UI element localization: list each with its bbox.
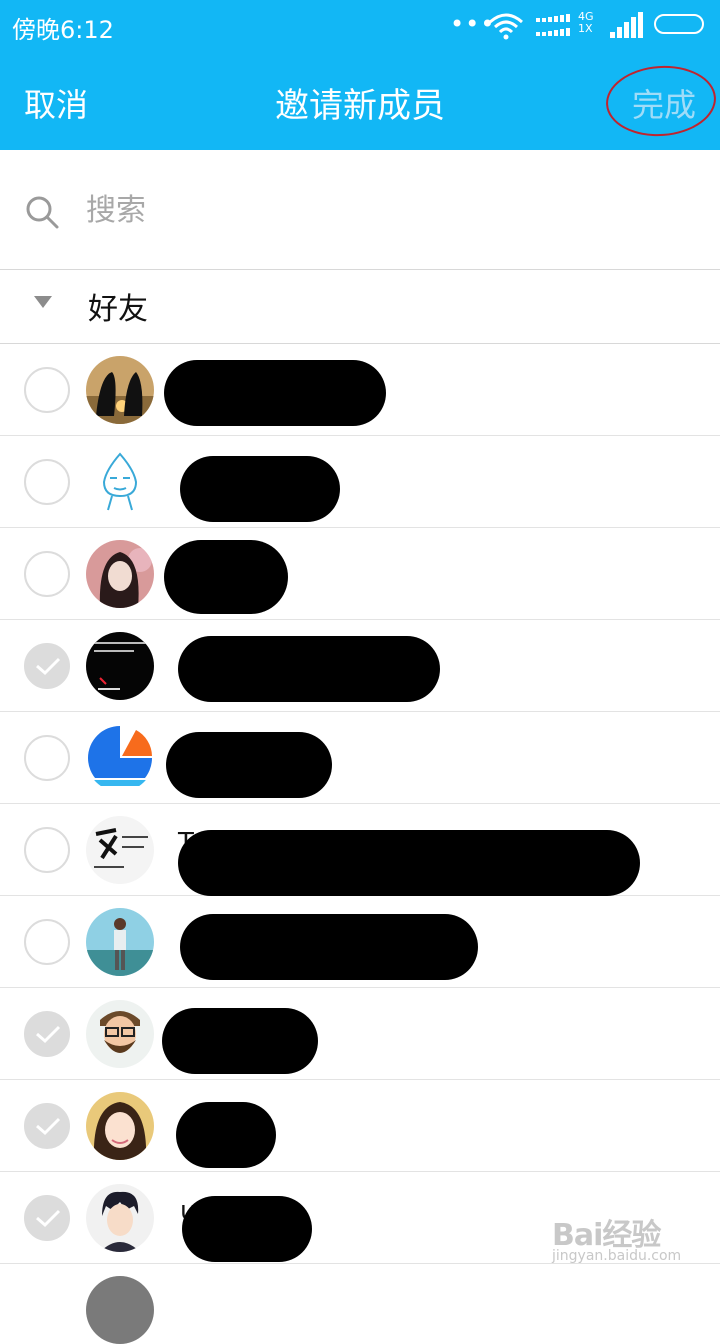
watermark: Bai经验 jingyan.baidu.com	[552, 1210, 702, 1266]
checkbox-checked[interactable]	[24, 1103, 70, 1149]
checkbox[interactable]	[24, 919, 70, 965]
wifi-icon	[489, 13, 523, 40]
search-icon	[26, 196, 59, 229]
avatar	[86, 816, 154, 884]
avatar	[86, 356, 154, 424]
checkbox-checked[interactable]	[24, 1195, 70, 1241]
friend-group-header[interactable]: 好友	[0, 270, 720, 344]
redaction-mark	[178, 636, 440, 702]
status-bar: 傍晚6:12 ••• 4G 1X	[0, 0, 720, 52]
annotation-circle	[603, 62, 719, 140]
friend-row[interactable]	[0, 988, 720, 1080]
avatar	[86, 1276, 154, 1344]
checkbox[interactable]	[24, 551, 70, 597]
group-label: 好友	[88, 292, 148, 327]
friend-row[interactable]	[0, 1080, 720, 1172]
redaction-mark	[178, 830, 640, 896]
network-type-label: 4G 1X	[578, 10, 594, 35]
checkbox[interactable]	[24, 827, 70, 873]
checkbox[interactable]	[24, 735, 70, 781]
avatar	[86, 540, 154, 608]
redaction-mark	[180, 914, 478, 980]
friend-row[interactable]	[0, 620, 720, 712]
friend-row[interactable]	[0, 528, 720, 620]
avatar	[86, 1092, 154, 1160]
avatar	[86, 1000, 154, 1068]
redaction-mark	[162, 1008, 318, 1074]
battery-icon	[654, 14, 704, 34]
friend-row[interactable]	[0, 344, 720, 436]
redaction-mark	[182, 1196, 312, 1262]
avatar	[86, 1184, 154, 1252]
friend-row[interactable]	[0, 712, 720, 804]
redaction-mark	[166, 732, 332, 798]
redaction-mark	[176, 1102, 276, 1168]
friend-row[interactable]: T	[0, 804, 720, 896]
avatar	[86, 632, 154, 700]
friend-list: T	[0, 344, 720, 1264]
mobile-network-icon: 4G 1X	[534, 10, 598, 40]
search-input[interactable]	[86, 186, 646, 234]
friend-row-partial[interactable]	[0, 1264, 720, 1344]
avatar	[86, 724, 154, 792]
signal-icon	[610, 12, 643, 38]
collapse-arrow-icon	[34, 296, 52, 308]
redaction-mark	[180, 456, 340, 522]
checkbox-checked[interactable]	[24, 643, 70, 689]
status-time: 傍晚6:12	[12, 16, 114, 44]
friend-row[interactable]	[0, 896, 720, 988]
checkbox[interactable]	[24, 459, 70, 505]
search-bar[interactable]	[0, 150, 720, 270]
checkbox[interactable]	[24, 367, 70, 413]
avatar	[86, 908, 154, 976]
redaction-mark	[164, 540, 288, 614]
friend-row[interactable]	[0, 436, 720, 528]
navigation-bar: 取消 邀请新成员 完成	[0, 52, 720, 150]
watermark-url: jingyan.baidu.com	[552, 1248, 682, 1264]
checkbox-checked[interactable]	[24, 1011, 70, 1057]
avatar	[86, 448, 154, 516]
redaction-mark	[164, 360, 386, 426]
